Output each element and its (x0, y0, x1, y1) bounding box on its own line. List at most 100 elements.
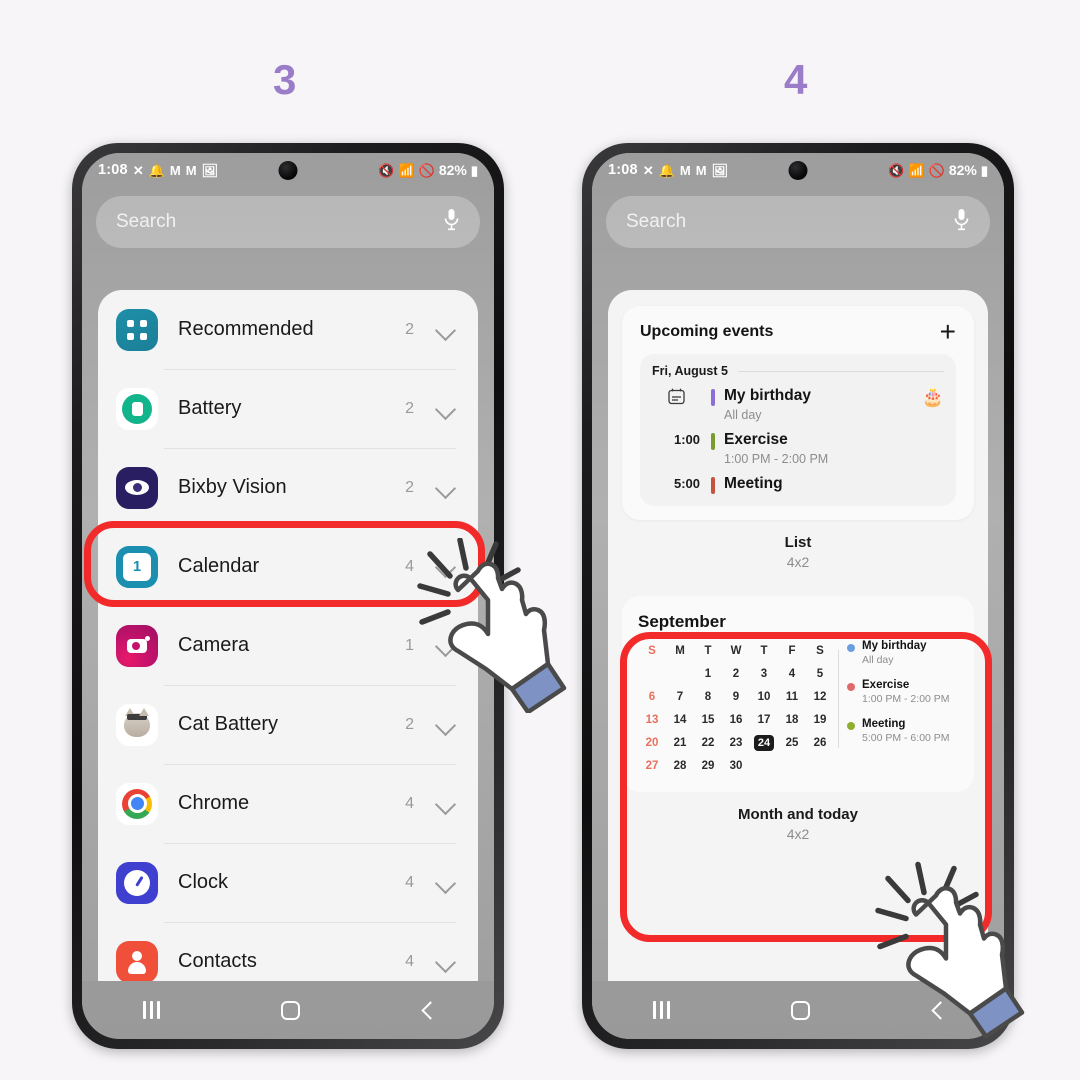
list-item[interactable]: Contacts 4 (98, 922, 478, 981)
event-subtitle: All day (862, 653, 894, 666)
day-cell: 19 (813, 714, 827, 727)
list-item[interactable]: Bixby Vision 2 (98, 448, 478, 527)
month-body: S M T W T F S 1 2 3 4 5 6 7 8 9 10 11 12… (638, 640, 958, 778)
widget-count: 2 (405, 715, 414, 733)
chevron-down-icon[interactable] (436, 873, 456, 893)
weekday-header: M (675, 645, 685, 658)
back-icon[interactable] (419, 1002, 435, 1018)
battery-app-icon (116, 387, 158, 430)
search-placeholder: Search (626, 211, 687, 232)
battery-icon: ▮ (980, 162, 988, 178)
status-clock: 1:08 (98, 162, 128, 178)
event-list: Fri, August 5 My birthday All day 🎂 1:00… (640, 354, 956, 506)
chevron-down-icon[interactable] (436, 320, 456, 340)
day-cell (806, 755, 834, 778)
search-bar-right[interactable]: Search (606, 196, 990, 248)
month-event: Exercise 1:00 PM - 2:00 PM (846, 679, 958, 705)
recents-icon[interactable] (141, 1001, 163, 1019)
day-cell: 21 (673, 737, 687, 750)
clock-icon (116, 861, 158, 904)
widget-preview-list-4x2[interactable]: Upcoming events + Fri, August 5 My birth… (622, 306, 974, 520)
widget-count: 4 (405, 794, 414, 812)
microphone-icon[interactable] (443, 208, 460, 236)
day-cell: 17 (757, 714, 771, 727)
battery-percent: 82% (948, 162, 977, 178)
chevron-down-icon[interactable] (436, 952, 456, 972)
widget-label-list: List 4x2 (622, 534, 974, 570)
event-row: My birthday All day 🎂 (652, 387, 944, 422)
event-color-bar (711, 476, 715, 494)
image-icon: 🖼 (201, 162, 219, 178)
day-cell: 26 (813, 737, 827, 750)
step-number-3: 3 (273, 56, 297, 103)
month-widget-card: September S M T W T F S 1 2 3 4 5 6 7 8 … (622, 595, 974, 792)
day-cell: 18 (785, 714, 799, 727)
wifi-icon: 📶 (398, 162, 415, 178)
widget-title: Upcoming events (640, 323, 774, 340)
plus-icon[interactable]: + (940, 318, 956, 346)
widget-name: List (784, 533, 812, 551)
month-title: September (638, 611, 726, 631)
mail-icon: M (695, 162, 707, 178)
home-icon[interactable] (791, 1000, 811, 1020)
app-name: Cat Battery (178, 713, 279, 735)
month-week-row: 6 7 8 9 10 11 12 (638, 686, 834, 709)
widget-count: 4 (405, 873, 414, 891)
event-body: Exercise 1:00 PM - 2:00 PM (724, 431, 944, 466)
day-cell (638, 663, 666, 686)
day-cell: 22 (701, 737, 715, 750)
chevron-down-icon[interactable] (436, 399, 456, 419)
app-name: Camera (178, 634, 250, 656)
mail-icon: M (169, 162, 181, 178)
search-bar-left[interactable]: Search (96, 196, 480, 248)
home-icon[interactable] (281, 1000, 301, 1020)
day-cell: 13 (645, 714, 659, 727)
chevron-down-icon[interactable] (436, 794, 456, 814)
chrome-icon (116, 782, 158, 825)
status-bar-left-group: 1:08 ✕ 🔔 M M 🖼 (98, 162, 218, 178)
event-subtitle: 1:00 PM - 2:00 PM (724, 451, 829, 466)
month-event: Meeting 5:00 PM - 6:00 PM (846, 718, 958, 744)
day-cell: 10 (757, 691, 771, 704)
day-cell: 30 (729, 760, 743, 773)
event-body: My birthday All day (724, 387, 922, 422)
mail-icon: M (679, 162, 691, 178)
event-subtitle: 1:00 PM - 2:00 PM (862, 692, 950, 705)
pointing-hand-cursor-left (414, 537, 584, 715)
day-cell: 11 (785, 691, 799, 704)
status-bar-right-group: 🔇 📶 🚫 82% ▮ (888, 153, 988, 187)
event-row: 1:00 Exercise 1:00 PM - 2:00 PM (652, 431, 944, 466)
chevron-down-icon[interactable] (436, 478, 456, 498)
event-time: 1:00 (673, 431, 700, 447)
widget-preview-month-4x2[interactable]: September S M T W T F S 1 2 3 4 5 6 7 8 … (622, 595, 974, 842)
list-item[interactable]: Battery 2 (98, 369, 478, 448)
day-cell: 1 (704, 668, 712, 681)
list-item[interactable]: Recommended 2 (98, 290, 478, 369)
x-icon: ✕ (642, 162, 654, 178)
recents-icon[interactable] (651, 1001, 673, 1019)
widget-count: 2 (405, 478, 414, 496)
day-cell: 27 (645, 760, 659, 773)
app-name: Contacts (178, 950, 257, 972)
event-title: My birthday (862, 639, 927, 652)
widget-count: 1 (405, 636, 414, 654)
event-time: 5:00 (673, 475, 700, 491)
day-cell: 12 (813, 691, 827, 704)
widget-count: 4 (405, 557, 414, 575)
front-camera-punch-hole (788, 161, 808, 180)
widget-name: Month and today (738, 805, 858, 823)
weekday-header: S (648, 645, 656, 658)
day-cell-today: 24 (750, 732, 778, 755)
app-name: Recommended (178, 318, 314, 340)
list-item[interactable]: Chrome 4 (98, 764, 478, 843)
weekday-header: T (760, 645, 768, 658)
month-week-row: 13 14 15 16 17 18 19 (638, 709, 834, 732)
day-cell: 15 (701, 714, 715, 727)
chevron-down-icon[interactable] (436, 715, 456, 735)
microphone-icon[interactable] (953, 208, 970, 236)
birthday-cake-icon: 🎂 (921, 387, 944, 407)
month-event-list: My birthday All day Exercise 1:00 PM - 2… (834, 640, 958, 778)
mail-icon: M (185, 162, 197, 178)
list-item[interactable]: Clock 4 (98, 843, 478, 922)
calendar-outline-icon (652, 387, 700, 405)
